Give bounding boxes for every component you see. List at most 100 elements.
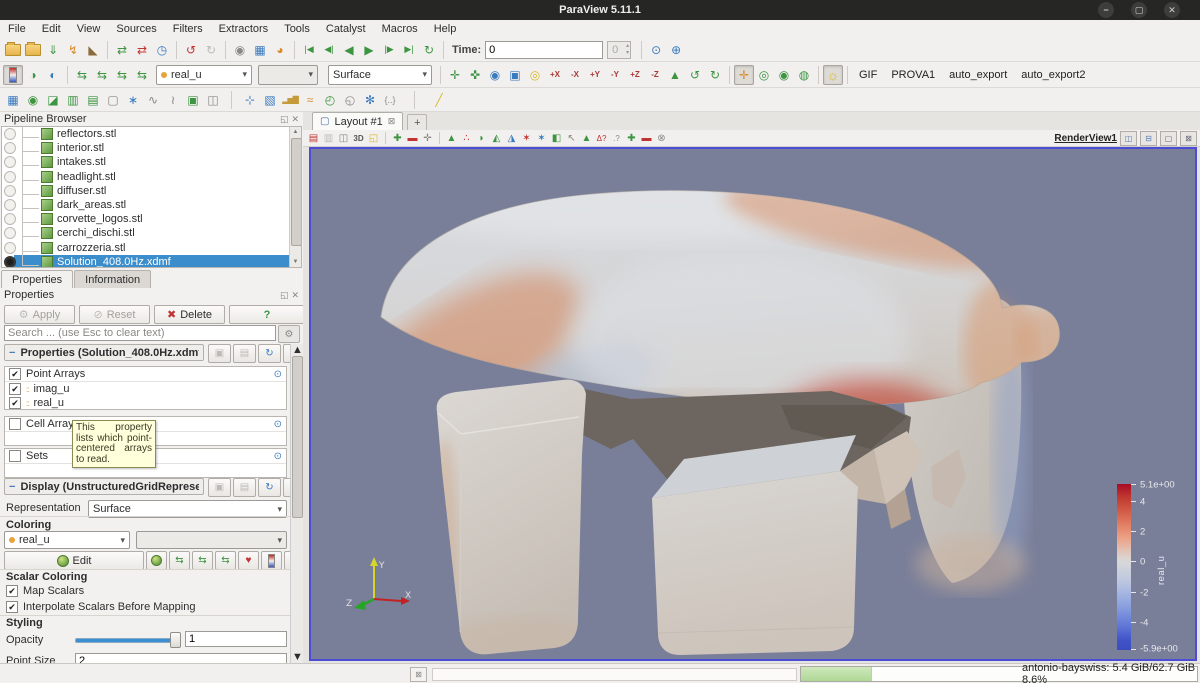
plot-over-line-button[interactable]: ≈ <box>300 90 320 110</box>
restore-defaults-icon[interactable]: ⊙ <box>274 419 282 430</box>
edit-colormap-button2[interactable]: Edit <box>4 551 144 570</box>
rescale-temporal-range-button[interactable]: ⇆ <box>112 65 132 85</box>
rotate-90-ccw-button[interactable]: ↺ <box>685 65 705 85</box>
opacity-slider[interactable] <box>75 632 181 646</box>
split-horizontal-button[interactable]: ◫ <box>1120 131 1137 146</box>
programmable-filter-button[interactable]: {..} <box>380 90 400 110</box>
previous-frame-button[interactable]: ◀| <box>319 40 339 60</box>
visibility-eye-icon[interactable] <box>4 256 16 268</box>
orientation-axes-toggle[interactable]: ✛ <box>734 65 754 85</box>
time-zoom-in-button[interactable]: ⊕ <box>666 40 686 60</box>
server-disconnect-button[interactable]: ⇄ <box>132 40 152 60</box>
link-camera-button[interactable]: ▥ <box>321 131 336 146</box>
rotate-90-cw-button[interactable]: ↻ <box>705 65 725 85</box>
pipeline-item[interactable]: diffuser.stl <box>2 184 301 198</box>
rescale-visible-range-button[interactable]: ⇆ <box>132 65 152 85</box>
interpolate-checkbox[interactable]: ✔ <box>6 601 18 613</box>
view-plus-x-button[interactable]: +X <box>545 65 565 85</box>
visibility-eye-icon[interactable] <box>4 142 16 154</box>
macro-gif-button[interactable]: GIF <box>852 69 884 81</box>
menu-edit[interactable]: Edit <box>34 20 69 38</box>
copy-button[interactable]: ▣ <box>208 344 231 363</box>
menu-catalyst[interactable]: Catalyst <box>318 20 374 38</box>
isometric-view-button[interactable]: ▲ <box>665 65 685 85</box>
choose-preset-button[interactable] <box>146 551 167 570</box>
opacity-input[interactable] <box>185 631 287 647</box>
pipeline-item[interactable]: carrozzeria.stl <box>2 241 301 255</box>
clip-button[interactable]: ◪ <box>43 90 63 110</box>
maximize-button[interactable]: ▢ <box>1131 2 1147 18</box>
split-vertical-button[interactable]: ⊟ <box>1140 131 1157 146</box>
dock-close-icon[interactable]: ✕ <box>291 290 299 301</box>
pick-center-button[interactable]: ◉ <box>774 65 794 85</box>
time-input[interactable] <box>485 41 603 59</box>
connect-button[interactable]: ↯ <box>63 40 83 60</box>
camera-undo-button[interactable]: ◉ <box>230 40 250 60</box>
visibility-eye-icon[interactable] <box>4 199 16 211</box>
menu-extractors[interactable]: Extractors <box>211 20 277 38</box>
pipeline-scrollbar[interactable]: ▲ ▼ <box>289 127 301 267</box>
last-frame-button[interactable]: ▶| <box>399 40 419 60</box>
visibility-eye-icon[interactable] <box>4 156 16 168</box>
macro-auto-export-button[interactable]: auto_export <box>942 69 1014 81</box>
rescale-data-range-button[interactable]: ⇆ <box>72 65 92 85</box>
menu-help[interactable]: Help <box>426 20 465 38</box>
dock-close-icon[interactable]: ✕ <box>291 114 299 125</box>
reset-button[interactable]: ⊘Reset <box>79 305 150 324</box>
group-datasets-button[interactable]: ▣ <box>183 90 203 110</box>
pipeline-item[interactable]: corvette_logos.stl <box>2 212 301 226</box>
add-selection-button[interactable]: ✚ <box>390 131 405 146</box>
menu-file[interactable]: File <box>0 20 34 38</box>
reverse-play-button[interactable]: ◀ <box>339 40 359 60</box>
probe-location-button[interactable]: ⊹ <box>240 90 260 110</box>
histogram-button[interactable]: ▂▅▇ <box>280 90 300 110</box>
select-cells-through-button[interactable]: ◭ <box>489 131 504 146</box>
pipeline-item[interactable]: intakes.stl <box>2 155 301 169</box>
menu-macros[interactable]: Macros <box>374 20 426 38</box>
menu-tools[interactable]: Tools <box>276 20 318 38</box>
scalar-bar-visibility-button[interactable] <box>261 551 282 570</box>
macro-auto-export2-button[interactable]: auto_export2 <box>1014 69 1092 81</box>
select-cells-polygon-button[interactable]: ◗ <box>474 131 489 146</box>
pipeline-item[interactable]: Solution_408.0Hz.xdmf <box>2 255 301 268</box>
load-palette-button[interactable]: ◕ <box>270 40 290 60</box>
restore-defaults-icon[interactable]: ⊙ <box>274 369 282 380</box>
load-state-button[interactable] <box>23 40 43 60</box>
edit-colormap-button[interactable]: ◑ <box>23 65 43 85</box>
visibility-eye-icon[interactable] <box>4 242 16 254</box>
view-minus-x-button[interactable]: -X <box>565 65 585 85</box>
view-plus-z-button[interactable]: +Z <box>625 65 645 85</box>
color-array-select[interactable]: real_u ▾ <box>156 65 252 85</box>
zoom-box-select-button[interactable]: ◱ <box>366 131 381 146</box>
scrollbar-thumb[interactable] <box>292 356 303 518</box>
undo-button[interactable]: ↺ <box>181 40 201 60</box>
dock-float-icon[interactable]: ◱ <box>280 290 289 301</box>
paste-button[interactable]: ▤ <box>233 478 256 497</box>
zoom-to-data-button[interactable]: ◉ <box>485 65 505 85</box>
clear-selection-button[interactable]: ⊗ <box>654 131 669 146</box>
pipeline-item[interactable]: headlight.stl <box>2 170 301 184</box>
restore-defaults-button[interactable]: ↻ <box>258 478 281 497</box>
toggle-2d3d-button[interactable]: 3D <box>351 131 366 146</box>
rescale-custom-range-button[interactable]: ⇆ <box>92 65 112 85</box>
server-connect-button[interactable]: ⇄ <box>112 40 132 60</box>
search-input[interactable] <box>4 325 276 341</box>
sets-checkbox[interactable] <box>9 450 21 462</box>
menu-view[interactable]: View <box>69 20 109 38</box>
ungroup-button[interactable]: ◫ <box>203 90 223 110</box>
time-zoom-out-button[interactable]: ⊙ <box>646 40 666 60</box>
stream-tracer-button[interactable]: ∿ <box>143 90 163 110</box>
scroll-down-icon[interactable]: ▼ <box>290 257 301 267</box>
open-button[interactable] <box>3 40 23 60</box>
auto-apply-button[interactable]: ◷ <box>152 40 172 60</box>
dock-float-icon[interactable]: ◱ <box>280 114 289 125</box>
rescale-temporal-button[interactable]: ⇆ <box>215 551 236 570</box>
scrollbar-thumb[interactable] <box>291 138 302 246</box>
visibility-eye-icon[interactable] <box>4 171 16 183</box>
calculator-button[interactable]: ▦ <box>3 90 23 110</box>
warp-button[interactable]: ≀ <box>163 90 183 110</box>
properties-scrollbar[interactable]: ▲ ▼ <box>290 344 303 663</box>
rescale-data-button[interactable]: ⇆ <box>169 551 190 570</box>
interactive-select-points-button[interactable]: ▲ <box>579 131 594 146</box>
capture-screenshot-button[interactable]: ◫ <box>336 131 351 146</box>
